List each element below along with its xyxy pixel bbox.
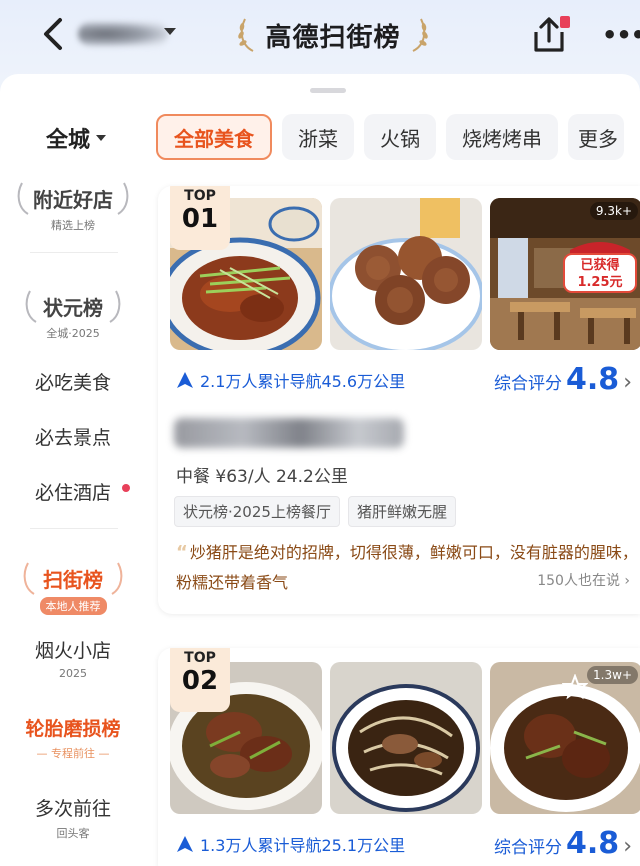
sidebar-item-must-visit[interactable]: 必去景点: [0, 423, 146, 450]
laurel-left-icon: [25, 290, 37, 323]
quote-icon: “: [176, 542, 188, 563]
sidebar-label: 必住酒店: [34, 482, 111, 504]
navigation-text: 1.3万人累计导航25.1万公里: [200, 836, 406, 855]
photo-strip: 1.3w+: [170, 662, 640, 814]
navigation-stat: 1.3万人累计导航25.1万公里: [176, 832, 405, 856]
restaurant-interior-photo[interactable]: 9.3k+ 已获得 1.25元: [490, 198, 640, 350]
rank-number: 01: [181, 204, 219, 234]
promo-line-1: 已获得: [580, 257, 619, 273]
sidebar-sublabel: — 专程前往 —: [36, 747, 110, 760]
more-options-icon[interactable]: •••: [602, 23, 640, 47]
sidebar-sublabel: 精选上榜: [51, 219, 95, 232]
category-tabs: 全部美食 浙菜 火锅 烧烤烤串 更多: [156, 114, 624, 160]
city-label: 全城: [46, 128, 91, 153]
also-mentioned-link[interactable]: 150人也在说 ›: [537, 570, 630, 590]
blurred-restaurant-name: [174, 418, 404, 448]
laurel-left-icon: [17, 182, 29, 215]
sidebar-sublabel: 2025: [59, 667, 87, 680]
rank-number: 02: [181, 666, 219, 696]
laurel-left-icon: [238, 18, 254, 52]
notification-dot: [122, 484, 130, 492]
restaurant-meta: 中餐 ¥63/人 24.2公里: [176, 467, 348, 487]
meatball-dish-image: [330, 198, 482, 350]
rank-badge: TOP 01: [170, 186, 230, 250]
chevron-right-icon: ›: [623, 834, 632, 859]
score-label: 综合评分: [494, 838, 563, 858]
noodle-dish-image: [330, 662, 482, 814]
navigation-text: 2.1万人累计导航45.6万公里: [200, 372, 406, 391]
photo-strip: 9.3k+ 已获得 1.25元: [170, 198, 640, 350]
sidebar-sublabel: 本地人推荐: [39, 597, 107, 615]
navigation-arrow-icon: [177, 372, 193, 388]
sidebar-item-repeat[interactable]: 多次前往 回头客: [0, 794, 146, 841]
promo-line-2: 1.25元: [577, 275, 622, 290]
drag-handle[interactable]: [310, 88, 346, 93]
red-packet-icon[interactable]: 已获得 1.25元: [560, 236, 640, 294]
laurel-right-icon: [411, 18, 428, 52]
tab-all-food[interactable]: 全部美食: [156, 114, 272, 160]
sidebar-sublabel: 回头客: [56, 827, 90, 840]
chevron-down-icon[interactable]: [164, 28, 176, 35]
sidebar-sublabel: 全城·2025: [46, 327, 100, 340]
laurel-right-icon: [117, 182, 129, 215]
score-value: 4.8: [566, 362, 620, 397]
tab-zhejiang[interactable]: 浙菜: [282, 114, 354, 160]
sidebar-label: 轮胎磨损榜: [25, 718, 121, 740]
top-bar: 高德扫街榜 •••: [0, 0, 640, 80]
sidebar-item-tire[interactable]: 轮胎磨损榜 — 专程前往 —: [0, 714, 146, 761]
page-title-block: 高德扫街榜: [220, 12, 446, 58]
sidebar-item-nearby[interactable]: 附近好店 精选上榜: [0, 182, 146, 233]
score-label: 综合评分: [494, 374, 563, 394]
sidebar-label: 多次前往: [34, 798, 111, 820]
view-count-badge: 1.3w+: [587, 666, 638, 684]
laurel-left-icon: [23, 562, 35, 595]
divider: [30, 528, 118, 529]
laurel-right-icon: [109, 290, 121, 323]
share-icon[interactable]: [528, 14, 572, 56]
restaurant-card[interactable]: TOP 01 9.3k+ 已获得 1.25元 2.1万人累计导航45.6万公里 …: [158, 186, 640, 614]
food-photo[interactable]: [330, 198, 482, 350]
score-value: 4.8: [566, 826, 620, 861]
food-photo[interactable]: 1.3w+: [490, 662, 640, 814]
rank-label: TOP: [184, 650, 216, 666]
navigation-arrow-icon: [177, 836, 193, 852]
star-icon[interactable]: [562, 674, 588, 700]
chevron-down-icon: [96, 135, 107, 141]
sidebar-item-small-shop[interactable]: 烟火小店 2025: [0, 636, 146, 680]
rank-label: TOP: [184, 188, 216, 204]
back-arrow-icon[interactable]: [36, 14, 72, 54]
overall-score[interactable]: 综合评分 4.8 ›: [494, 362, 632, 397]
tab-more[interactable]: 更多: [568, 114, 624, 160]
restaurant-card[interactable]: TOP 02 1.3w+ 1.3万人累计导航25.1万公里 综合评分 4.8 ›: [158, 648, 640, 866]
rank-badge: TOP 02: [170, 648, 230, 712]
laurel-right-icon: [111, 562, 123, 595]
sidebar-item-champion[interactable]: 状元榜 全城·2025: [0, 290, 146, 341]
sidebar-item-street[interactable]: 扫街榜 本地人推荐: [0, 562, 146, 615]
divider: [30, 252, 118, 253]
chevron-right-icon: ›: [623, 370, 632, 395]
page-title: 高德扫街榜: [265, 22, 401, 53]
tab-bbq[interactable]: 烧烤烤串: [446, 114, 558, 160]
sidebar-item-must-eat[interactable]: 必吃美食: [0, 368, 146, 395]
tag-chip[interactable]: 猪肝鲜嫩无腥: [347, 496, 456, 527]
city-selector[interactable]: 全城: [46, 122, 107, 154]
tag-list: 状元榜·2025上榜餐厅 猪肝鲜嫩无腥: [174, 496, 456, 527]
sidebar-item-must-stay[interactable]: 必住酒店: [0, 478, 146, 505]
sidebar-label: 烟火小店: [34, 640, 111, 662]
tag-chip[interactable]: 状元榜·2025上榜餐厅: [174, 496, 340, 527]
view-count-badge: 9.3k+: [589, 202, 638, 220]
navigation-stat: 2.1万人累计导航45.6万公里: [176, 368, 405, 392]
blurred-user-name: [78, 22, 168, 46]
overall-score[interactable]: 综合评分 4.8 ›: [494, 826, 632, 861]
food-photo[interactable]: [330, 662, 482, 814]
tab-hotpot[interactable]: 火锅: [364, 114, 436, 160]
